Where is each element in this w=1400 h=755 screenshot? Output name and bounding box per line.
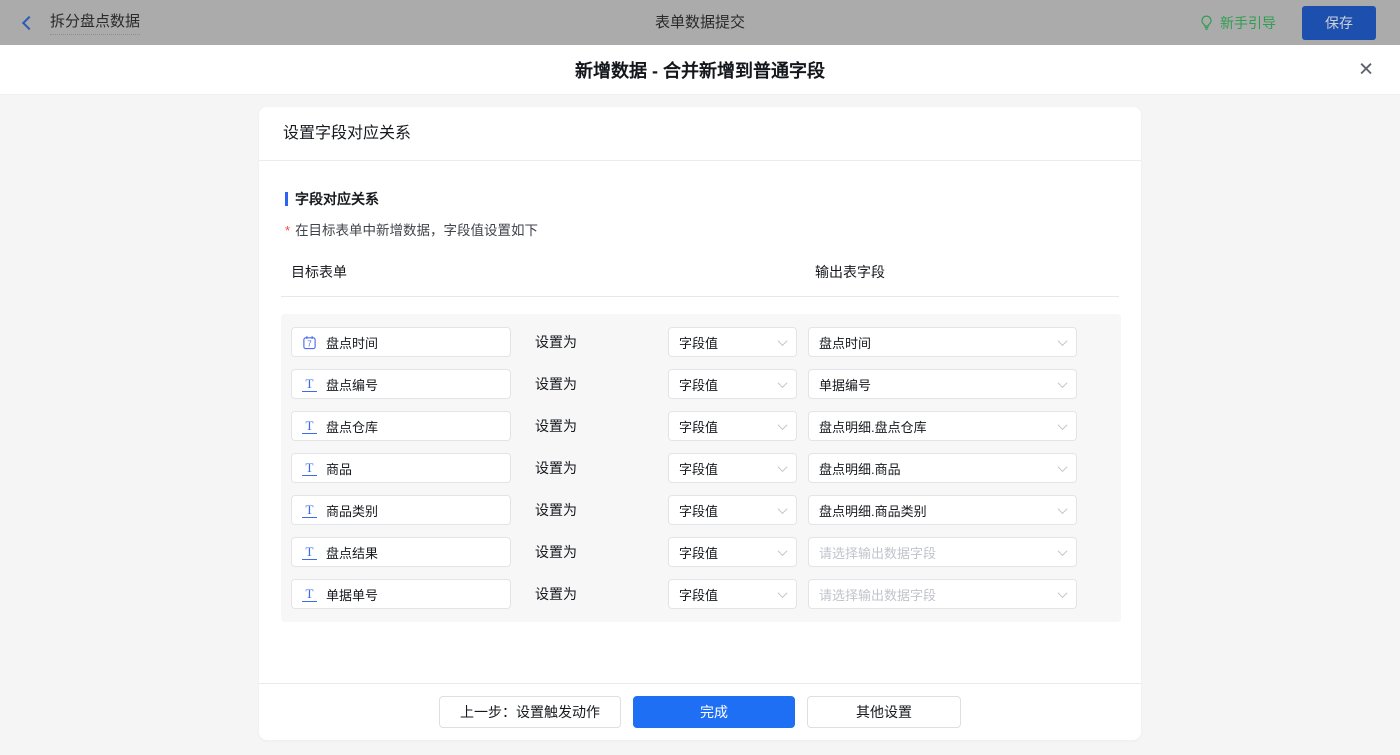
set-as-label: 设置为 <box>535 332 591 352</box>
close-icon[interactable]: ✕ <box>1358 60 1374 79</box>
lightbulb-icon <box>1199 15 1214 30</box>
value-mode-select[interactable]: 字段值 <box>668 369 797 399</box>
back-chevron-icon <box>22 15 36 29</box>
chevron-down-icon <box>778 420 788 430</box>
finish-button[interactable]: 完成 <box>633 696 795 728</box>
required-asterisk: * <box>285 222 290 240</box>
output-field-select[interactable]: 盘点明细.商品类别 <box>808 495 1077 525</box>
set-as-label: 设置为 <box>535 374 591 394</box>
output-field-select[interactable]: 盘点时间 <box>808 327 1077 357</box>
field-mapping-card: 设置字段对应关系 字段对应关系 * 在目标表单中新增数据，字段值设置如下 目标表… <box>259 107 1141 740</box>
chevron-down-icon <box>1058 504 1068 514</box>
text-field-icon: T <box>302 419 317 434</box>
previous-step-button[interactable]: 上一步：设置触发动作 <box>439 696 621 728</box>
column-headers: 目标表单 输出表字段 <box>281 262 1119 297</box>
save-button[interactable]: 保存 <box>1302 6 1376 40</box>
set-as-label: 设置为 <box>535 458 591 478</box>
set-as-label: 设置为 <box>535 542 591 562</box>
section-title: 字段对应关系 <box>285 189 1119 209</box>
beginner-guide-link[interactable]: 新手引导 <box>1199 13 1276 33</box>
value-mode-select[interactable]: 字段值 <box>668 327 797 357</box>
chevron-down-icon <box>778 462 788 472</box>
target-field-box: 7 盘点时间 <box>291 327 511 357</box>
modal-title: 新增数据 - 合并新增到普通字段 <box>575 57 825 83</box>
target-field-box: T 单据单号 <box>291 579 511 609</box>
target-field-box: T 盘点编号 <box>291 369 511 399</box>
chevron-down-icon <box>1058 420 1068 430</box>
mapping-rows-panel: 7 盘点时间 设置为 字段值 盘点时间 <box>281 314 1121 622</box>
chevron-down-icon <box>778 378 788 388</box>
chevron-down-icon <box>1058 336 1068 346</box>
required-note: * 在目标表单中新增数据，字段值设置如下 <box>285 222 1119 240</box>
output-field-select[interactable]: 盘点明细.商品 <box>808 453 1077 483</box>
text-field-icon: T <box>302 587 317 602</box>
output-field-select[interactable]: 请选择输出数据字段 <box>808 579 1077 609</box>
required-note-text: 在目标表单中新增数据，字段值设置如下 <box>295 222 538 240</box>
chevron-down-icon <box>1058 378 1068 388</box>
chevron-down-icon <box>778 546 788 556</box>
set-as-label: 设置为 <box>535 500 591 520</box>
target-field-box: T 商品 <box>291 453 511 483</box>
target-field-label: 商品 <box>326 459 352 478</box>
mapping-row: T 盘点仓库 设置为 字段值 盘点明细.盘点仓库 <box>291 411 1111 441</box>
value-mode-select[interactable]: 字段值 <box>668 411 797 441</box>
set-as-label: 设置为 <box>535 584 591 604</box>
target-field-box: T 盘点结果 <box>291 537 511 567</box>
topbar-center-title: 表单数据提交 <box>655 0 745 45</box>
chevron-down-icon <box>1058 588 1068 598</box>
top-app-bar: 拆分盘点数据 表单数据提交 新手引导 保存 <box>0 0 1400 45</box>
card-body: 字段对应关系 * 在目标表单中新增数据，字段值设置如下 目标表单 输出表字段 <box>259 161 1141 683</box>
column-header-target-form: 目标表单 <box>291 262 815 282</box>
chevron-down-icon <box>1058 546 1068 556</box>
output-field-select[interactable]: 单据编号 <box>808 369 1077 399</box>
target-field-box: T 商品类别 <box>291 495 511 525</box>
mapping-row: T 单据单号 设置为 字段值 请选择输出数据字段 <box>291 579 1111 609</box>
mapping-row: T 商品类别 设置为 字段值 盘点明细.商品类别 <box>291 495 1111 525</box>
chevron-down-icon <box>1058 462 1068 472</box>
target-field-label: 商品类别 <box>326 501 378 520</box>
target-field-label: 盘点结果 <box>326 543 378 562</box>
set-as-label: 设置为 <box>535 416 591 436</box>
text-field-icon: T <box>302 377 317 392</box>
back-button[interactable]: 拆分盘点数据 <box>24 10 140 35</box>
svg-text:7: 7 <box>307 339 312 348</box>
card-footer: 上一步：设置触发动作 完成 其他设置 <box>259 683 1141 740</box>
beginner-guide-label: 新手引导 <box>1220 13 1276 33</box>
modal-body: 设置字段对应关系 字段对应关系 * 在目标表单中新增数据，字段值设置如下 目标表… <box>0 95 1400 755</box>
column-header-output-field: 输出表字段 <box>815 262 885 282</box>
mapping-row: 7 盘点时间 设置为 字段值 盘点时间 <box>291 327 1111 357</box>
value-mode-select[interactable]: 字段值 <box>668 453 797 483</box>
other-settings-button[interactable]: 其他设置 <box>807 696 961 728</box>
section-accent-bar <box>285 192 288 206</box>
text-field-icon: T <box>302 503 317 518</box>
chevron-down-icon <box>778 588 788 598</box>
target-field-label: 盘点仓库 <box>326 417 378 436</box>
text-field-icon: T <box>302 545 317 560</box>
chevron-down-icon <box>778 336 788 346</box>
mapping-row: T 盘点结果 设置为 字段值 请选择输出数据字段 <box>291 537 1111 567</box>
modal-titlebar: 新增数据 - 合并新增到普通字段 ✕ <box>0 45 1400 95</box>
text-field-icon: T <box>302 461 317 476</box>
target-field-label: 盘点编号 <box>326 375 378 394</box>
mapping-row: T 商品 设置为 字段值 盘点明细.商品 <box>291 453 1111 483</box>
output-field-select[interactable]: 请选择输出数据字段 <box>808 537 1077 567</box>
flow-name-label: 拆分盘点数据 <box>50 10 140 35</box>
target-field-box: T 盘点仓库 <box>291 411 511 441</box>
target-field-label: 单据单号 <box>326 585 378 604</box>
target-field-label: 盘点时间 <box>326 333 378 352</box>
value-mode-select[interactable]: 字段值 <box>668 579 797 609</box>
section-label: 字段对应关系 <box>295 189 379 209</box>
calendar-field-icon: 7 <box>302 335 317 350</box>
card-header-title: 设置字段对应关系 <box>259 107 1141 161</box>
output-field-select[interactable]: 盘点明细.盘点仓库 <box>808 411 1077 441</box>
value-mode-select[interactable]: 字段值 <box>668 537 797 567</box>
value-mode-select[interactable]: 字段值 <box>668 495 797 525</box>
mapping-row: T 盘点编号 设置为 字段值 单据编号 <box>291 369 1111 399</box>
chevron-down-icon <box>778 504 788 514</box>
